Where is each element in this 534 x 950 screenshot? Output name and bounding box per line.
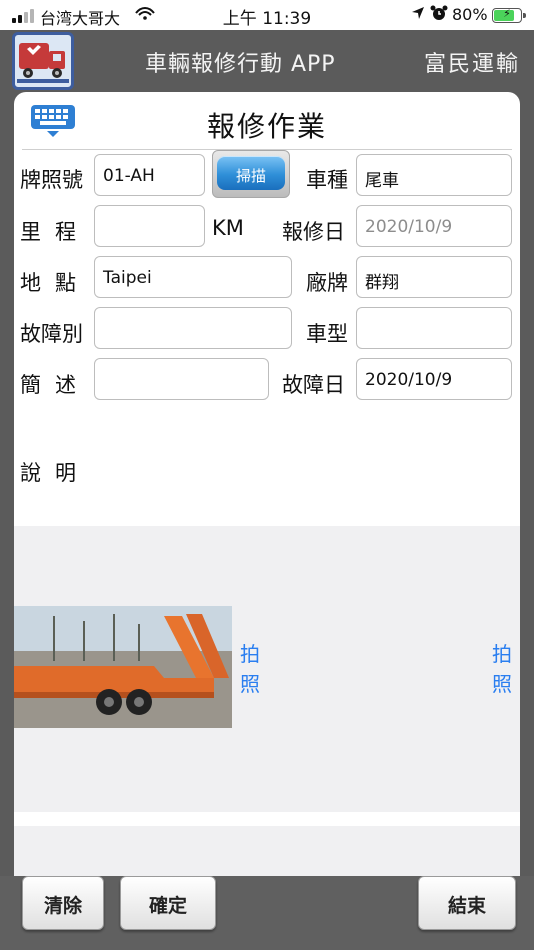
app-title: 車輛報修行動 APP xyxy=(145,52,336,77)
summary-label: 簡述 xyxy=(20,373,90,397)
brand-label: 廠牌 xyxy=(306,271,348,295)
company-name: 富民運輸 xyxy=(424,52,521,77)
scan-button[interactable]: 掃描 xyxy=(212,150,290,198)
take-photo-link-left[interactable]: 拍照 xyxy=(239,639,261,699)
vehicle-type-field[interactable]: 尾車 xyxy=(356,154,512,196)
model-field[interactable] xyxy=(356,307,512,349)
mileage-field[interactable] xyxy=(94,205,205,247)
description-label: 說明 xyxy=(20,461,90,485)
photo-area: 拍照 拍照 xyxy=(14,526,520,812)
report-date-field: 2020/10/9 xyxy=(356,205,512,247)
fault-category-label: 故障別 xyxy=(20,322,83,346)
clear-button[interactable]: 清除 xyxy=(22,876,104,930)
take-photo-link-right[interactable]: 拍照 xyxy=(491,639,513,699)
location-field[interactable]: Taipei xyxy=(94,256,292,298)
repair-form-panel: 報修作業 牌照號 01-AH 掃描 車種 尾車 里程 KM 報修日 2020/1… xyxy=(14,92,520,950)
vehicle-type-label: 車種 xyxy=(306,168,348,192)
plate-label: 牌照號 xyxy=(20,168,83,192)
confirm-button[interactable]: 確定 xyxy=(120,876,216,930)
brand-field[interactable]: 群翔 xyxy=(356,256,512,298)
status-bar: 台湾大哥大 上午 11:39 80% ⚡ xyxy=(0,0,534,30)
battery-charging-icon: ⚡ xyxy=(492,7,526,23)
location-label: 地點 xyxy=(20,271,90,295)
fault-date-label: 故障日 xyxy=(282,373,345,397)
scan-button-label: 掃描 xyxy=(217,156,285,190)
fault-date-field[interactable]: 2020/10/9 xyxy=(356,358,512,400)
model-label: 車型 xyxy=(306,322,348,346)
app-header: 車輛報修行動 APP 富民運輸 xyxy=(0,30,534,94)
plate-field[interactable]: 01-AH xyxy=(94,154,205,196)
section-divider xyxy=(14,812,520,826)
trailer-photo xyxy=(14,606,232,728)
mileage-unit: KM xyxy=(212,216,244,240)
report-date-label: 報修日 xyxy=(282,220,345,244)
truck-wrench-logo-icon xyxy=(12,32,74,90)
alarm-icon xyxy=(430,3,448,27)
fault-category-field[interactable] xyxy=(94,307,292,349)
mileage-label: 里程 xyxy=(20,220,90,244)
battery-percent: 80% xyxy=(452,5,488,24)
footer-bar: 清除 確定 結束 xyxy=(0,876,534,950)
location-arrow-icon xyxy=(410,3,426,27)
end-button[interactable]: 結束 xyxy=(418,876,516,930)
page-title: 報修作業 xyxy=(206,110,327,143)
summary-field[interactable] xyxy=(94,358,269,400)
